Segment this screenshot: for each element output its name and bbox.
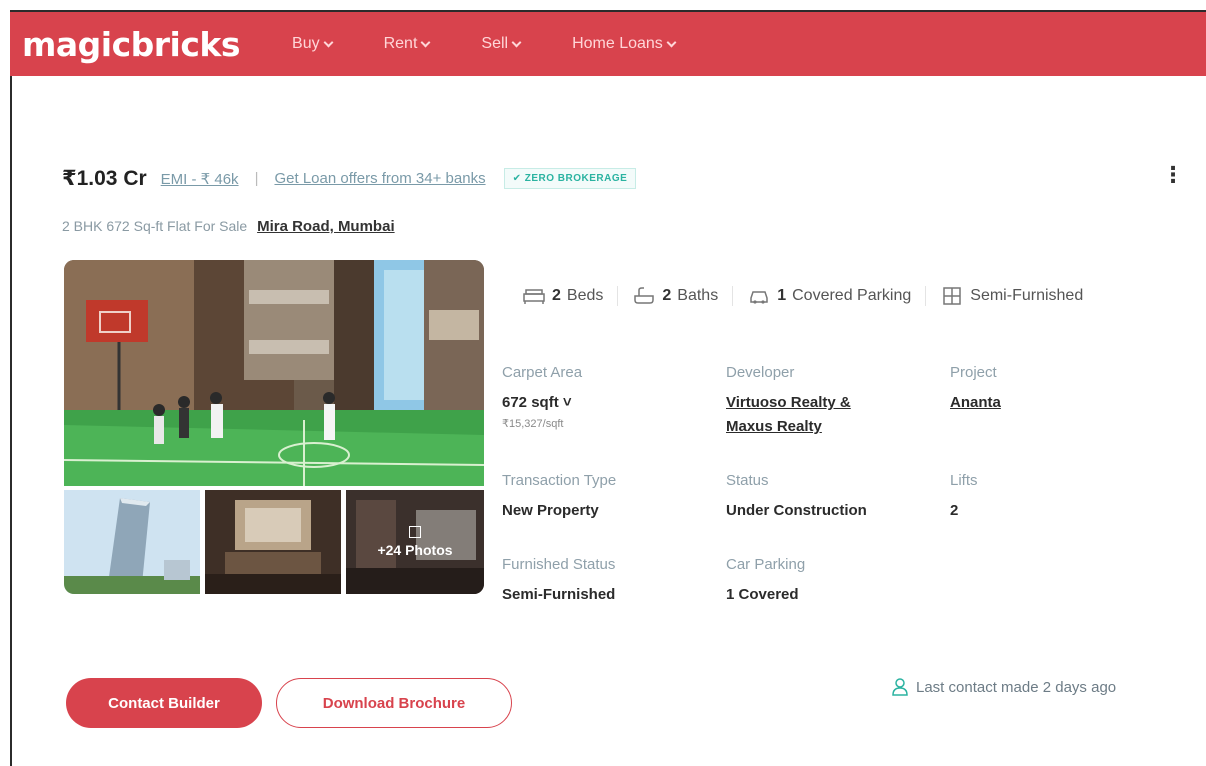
nav-rent[interactable]: Rent: [383, 35, 431, 53]
property-listing-card: ₹1.03 Cr EMI - ₹ 46k | Get Loan offers f…: [22, 128, 1202, 748]
nav-sell[interactable]: Sell: [481, 35, 522, 53]
chevron-down-icon: [323, 37, 334, 47]
chevron-down-icon: [666, 37, 677, 47]
parking-count: 1: [777, 287, 787, 304]
emi-link[interactable]: EMI - ₹ 46k: [161, 170, 239, 188]
developer-label: Developer: [726, 364, 795, 381]
nav-home-loans-label: Home Loans: [572, 35, 663, 52]
parking-label: Covered Parking: [792, 287, 912, 304]
chevron-down-icon: [511, 37, 522, 47]
status-value: Under Construction: [726, 502, 867, 519]
lifts-label: Lifts: [950, 472, 978, 489]
furnished-status-label: Furnished Status: [502, 556, 616, 573]
image-icon: [409, 526, 421, 538]
car-parking-cell: Car Parking 1 Covered: [726, 556, 805, 607]
nav-rent-label: Rent: [383, 35, 418, 52]
divider: |: [254, 170, 259, 187]
bed-icon: [523, 289, 545, 304]
interior-image: [205, 490, 341, 594]
carpet-area-cell: Carpet Area 672 sqft ˅ ₹15,327/sqft: [502, 364, 582, 430]
developer-link-line1[interactable]: Virtuoso Realty &: [726, 391, 851, 415]
car-icon: [750, 291, 768, 304]
status-cell: Status Under Construction: [726, 472, 867, 523]
price-row: ₹1.03 Cr EMI - ₹ 46k | Get Loan offers f…: [62, 166, 637, 191]
more-photos-overlay[interactable]: +24 Photos: [346, 490, 484, 594]
tower-image: [64, 490, 200, 594]
property-price: ₹1.03 Cr: [62, 167, 147, 190]
contact-builder-button[interactable]: Contact Builder: [66, 678, 262, 728]
last-contact-info: Last contact made 2 days ago: [892, 678, 1116, 696]
furnished-status-cell: Furnished Status Semi-Furnished: [502, 556, 615, 607]
status-label: Status: [726, 472, 769, 489]
divider: [617, 286, 619, 306]
nav-buy[interactable]: Buy: [292, 35, 334, 53]
basketball-court-image: [64, 260, 484, 486]
baths-count: 2: [662, 287, 672, 304]
nav-home-loans[interactable]: Home Loans: [572, 35, 677, 53]
action-buttons: Contact Builder Download Brochure: [66, 678, 512, 728]
more-options-icon[interactable]: ⋮: [1162, 162, 1184, 188]
main-property-photo[interactable]: [64, 260, 484, 486]
beds-count: 2: [552, 287, 561, 304]
transaction-type-value: New Property: [502, 502, 599, 519]
furnishing-amenity: Semi-Furnished: [940, 286, 1083, 306]
listing-summary: 2 BHK 672 Sq-ft Flat For Sale: [62, 218, 248, 234]
beds-amenity: 2 Beds: [522, 286, 603, 306]
amenities-row: 2 Beds 2 Baths 1 Covered Parking Semi-Fu…: [522, 286, 1083, 306]
parking-amenity: 1 Covered Parking: [747, 286, 911, 306]
carpet-area-label: Carpet Area: [502, 364, 583, 381]
price-per-sqft: ₹15,327/sqft: [502, 418, 564, 430]
user-icon: [892, 678, 908, 696]
project-cell: Project Ananta: [950, 364, 1001, 415]
baths-label: Baths: [677, 287, 719, 304]
transaction-type-label: Transaction Type: [502, 472, 617, 489]
project-link[interactable]: Ananta: [950, 391, 1001, 415]
developer-cell: Developer Virtuoso Realty & Maxus Realty: [726, 364, 851, 439]
listing-subtitle: 2 BHK 672 Sq-ft Flat For Sale Mira Road,…: [62, 218, 395, 235]
nav-sell-label: Sell: [481, 35, 509, 52]
baths-amenity: 2 Baths: [632, 286, 718, 306]
car-parking-value: 1 Covered: [726, 586, 799, 603]
developer-link-line2[interactable]: Maxus Realty: [726, 415, 851, 439]
furnishing-label: Semi-Furnished: [970, 287, 1084, 304]
location-link[interactable]: Mira Road, Mumbai: [257, 218, 395, 235]
magicbricks-logo[interactable]: magicbricks: [22, 25, 241, 64]
divider: [925, 286, 927, 306]
bathtub-icon: [634, 287, 655, 304]
last-contact-text: Last contact made 2 days ago: [916, 678, 1117, 696]
more-photos-count: +24 Photos: [377, 542, 453, 558]
loan-offers-link[interactable]: Get Loan offers from 34+ banks: [274, 170, 485, 187]
top-navigation-bar: magicbricks Buy Rent Sell Home Loans: [10, 12, 1206, 76]
furnished-status-value: Semi-Furnished: [502, 586, 616, 603]
download-brochure-button[interactable]: Download Brochure: [276, 678, 512, 728]
car-parking-label: Car Parking: [726, 556, 806, 573]
thumbnail-interior[interactable]: [205, 490, 341, 594]
lifts-cell: Lifts 2: [950, 472, 978, 523]
divider: [732, 286, 734, 306]
thumbnail-tower[interactable]: [64, 490, 200, 594]
chevron-down-icon: [420, 37, 431, 47]
photo-gallery[interactable]: +24 Photos: [64, 260, 484, 594]
zero-brokerage-badge: ✔ ZERO BROKERAGE: [503, 168, 637, 189]
wardrobe-icon: [943, 287, 962, 305]
thumbnail-more-photos[interactable]: +24 Photos: [346, 490, 484, 594]
nav-buy-label: Buy: [292, 35, 320, 52]
beds-label: Beds: [566, 287, 604, 304]
transaction-type-cell: Transaction Type New Property: [502, 472, 616, 523]
project-label: Project: [950, 364, 997, 381]
lifts-value: 2: [950, 502, 959, 519]
carpet-area-value[interactable]: 672 sqft ˅: [502, 391, 582, 415]
